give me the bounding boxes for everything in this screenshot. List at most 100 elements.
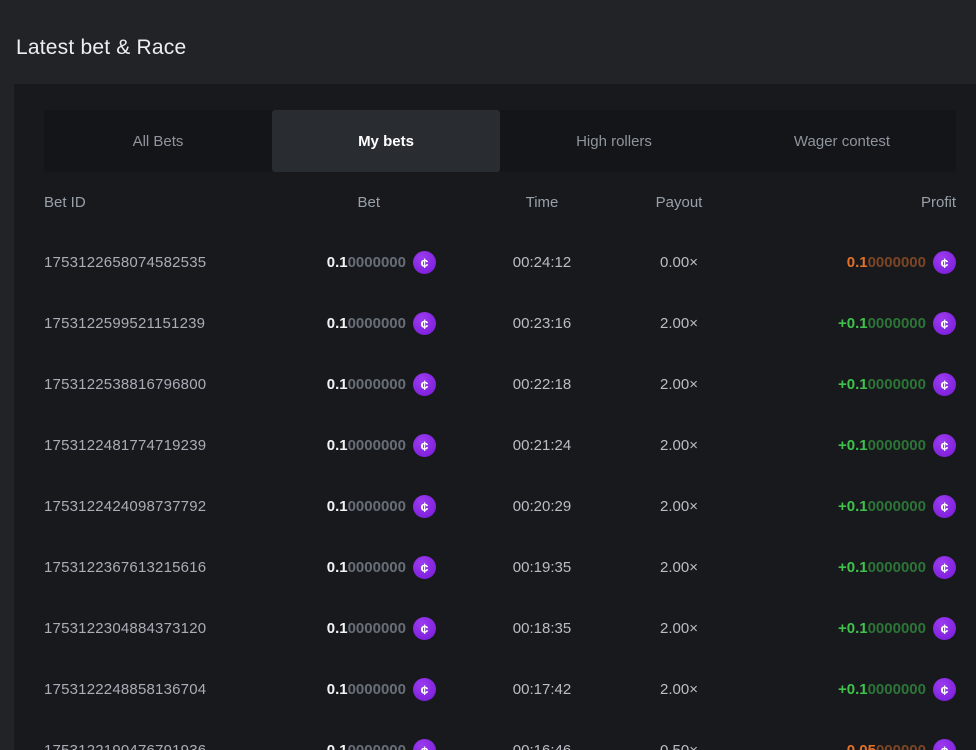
table-row[interactable]: 17531226580745825350.10000000¢00:24:120.… [44,232,956,293]
bet-amount-main: 0.1 [327,681,348,698]
table-row[interactable]: 17531221904767919360.10000000¢00:16:460.… [44,720,956,750]
coin-icon: ¢ [413,251,436,274]
bet-id-value: 1753122248858136704 [44,681,294,698]
coin-icon: ¢ [413,312,436,335]
table-row[interactable]: 17531225995211512390.10000000¢00:23:162.… [44,293,956,354]
coin-icon: ¢ [413,495,436,518]
coin-icon: ¢ [413,373,436,396]
bet-amount: 0.10000000 ¢ [294,556,436,579]
coin-icon: ¢ [933,373,956,396]
bet-amount-main: 0.1 [327,498,348,515]
bet-payout: 2.00× [648,559,710,576]
bet-amount-zeros: 0000000 [348,742,406,750]
profit-main: +0.1 [838,681,868,698]
bet-id-value: 1753122658074582535 [44,254,294,271]
coin-icon: ¢ [933,556,956,579]
bet-amount-main: 0.1 [327,437,348,454]
bet-time: 00:16:46 [436,742,648,750]
bet-id-value: 1753122304884373120 [44,620,294,637]
bet-profit: +0.10000000¢ [710,678,956,701]
bet-payout: 2.00× [648,681,710,698]
table-row[interactable]: 17531223676132156160.10000000¢00:19:352.… [44,537,956,598]
bet-profit: +0.10000000 ¢ [710,373,956,396]
bet-amount-zeros: 0000000 [348,498,406,515]
bet-payout: 2.00× [648,315,710,332]
bet-amount: 0.10000000¢ [294,617,436,640]
tab-my-bets[interactable]: My bets [272,110,500,172]
tab-high-rollers[interactable]: High rollers [500,110,728,172]
profit-zeros: 0000000 [868,315,926,332]
col-header-profit: Profit [710,194,956,211]
tab-all-bets[interactable]: All Bets [44,110,272,172]
bet-profit: +0.10000000¢ [710,556,956,579]
bet-payout: 2.00× [648,437,710,454]
coin-icon: ¢ [933,312,956,335]
bet-profit: +0.10000000 ¢ [710,617,956,640]
bet-profit: 0.05000000¢ [710,739,956,750]
profit-main: +0.1 [838,315,868,332]
coin-icon: ¢ [413,678,436,701]
tab-wager-contest[interactable]: Wager contest [728,110,956,172]
profit-zeros: 0000000 [868,437,926,454]
bets-panel: All BetsMy betsHigh rollersWager contest… [14,84,976,750]
coin-icon: ¢ [933,739,956,750]
table-header-row: Bet ID Bet Time Payout Profit [44,172,956,232]
bet-id-value: 1753122367613215616 [44,559,294,576]
bet-amount: 0.10000000¢ [294,739,436,750]
coin-icon: ¢ [933,251,956,274]
bet-time: 00:18:35 [436,620,648,637]
bet-amount-main: 0.1 [327,254,348,271]
bet-time: 00:22:18 [436,376,648,393]
bet-amount-main: 0.1 [327,315,348,332]
table-row[interactable]: 17531222488581367040.10000000¢00:17:422.… [44,659,956,720]
profit-main: +0.1 [838,498,868,515]
coin-icon: ¢ [933,434,956,457]
profit-main: 0.05 [847,742,876,750]
bet-amount: 0.10000000 ¢ [294,434,436,457]
coin-icon: ¢ [413,434,436,457]
bet-amount: 0.10000000¢ [294,312,436,335]
coin-icon: ¢ [413,556,436,579]
bet-amount-zeros: 0000000 [348,681,406,698]
bet-amount: 0.10000000¢ [294,373,436,396]
col-header-bet-id: Bet ID [44,194,294,211]
bet-time: 00:20:29 [436,498,648,515]
bet-profit: 0.10000000¢ [710,251,956,274]
profit-main: +0.1 [838,376,868,393]
table-row[interactable]: 17531225388167968000.10000000¢00:22:182.… [44,354,956,415]
bet-time: 00:19:35 [436,559,648,576]
table-row[interactable]: 17531223048843731200.10000000¢00:18:352.… [44,598,956,659]
col-header-payout: Payout [648,194,710,211]
bet-profit: +0.10000000 ¢ [710,495,956,518]
bet-payout: 0.00× [648,254,710,271]
coin-icon: ¢ [413,617,436,640]
bet-amount: 0.10000000 ¢ [294,495,436,518]
col-header-bet: Bet [294,194,436,211]
bet-payout: 2.00× [648,376,710,393]
bet-payout: 2.00× [648,498,710,515]
bet-amount-main: 0.1 [327,742,348,750]
page: Latest bet & Race All BetsMy betsHigh ro… [0,0,976,750]
table-row[interactable]: 17531224240987377920.10000000¢00:20:292.… [44,476,956,537]
profit-zeros: 0000000 [868,254,926,271]
bet-amount: 0.10000000 ¢ [294,678,436,701]
bet-profit: +0.10000000 ¢ [710,312,956,335]
bet-id-value: 1753122190476791936 [44,742,294,750]
bet-id-value: 1753122538816796800 [44,376,294,393]
bet-id-value: 1753122599521151239 [44,315,294,332]
profit-main: +0.1 [838,620,868,637]
coin-icon: ¢ [933,617,956,640]
bet-amount: 0.10000000 ¢ [294,251,436,274]
profit-zeros: 0000000 [868,620,926,637]
table-row[interactable]: 17531224817747192390.10000000¢00:21:242.… [44,415,956,476]
profit-zeros: 0000000 [868,376,926,393]
bet-time: 00:23:16 [436,315,648,332]
coin-icon: ¢ [933,495,956,518]
profit-main: +0.1 [838,437,868,454]
profit-zeros: 0000000 [868,498,926,515]
bet-amount-zeros: 0000000 [348,559,406,576]
bet-amount-zeros: 0000000 [348,254,406,271]
bet-amount-zeros: 0000000 [348,437,406,454]
bet-amount-main: 0.1 [327,620,348,637]
bet-amount-main: 0.1 [327,559,348,576]
